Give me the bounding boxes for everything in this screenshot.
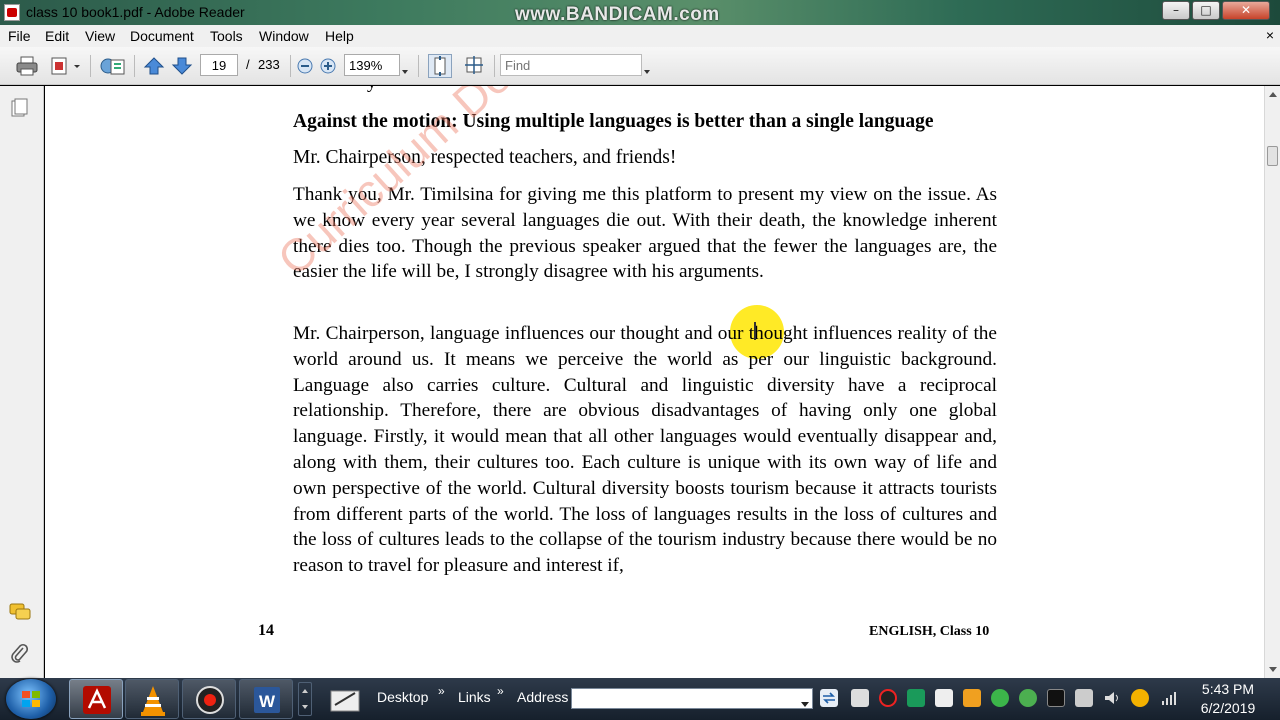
taskbar-vlc[interactable] [125, 679, 179, 719]
tray-epic-icon[interactable] [1047, 689, 1065, 707]
menu-document[interactable]: Document [130, 28, 194, 44]
paragraph: Thank you, Mr. Timilsina for giving me t… [293, 184, 997, 283]
cursor-highlight [730, 305, 784, 359]
tray-android-icon[interactable] [1019, 689, 1037, 707]
print-icon[interactable] [16, 56, 38, 76]
fit-width-icon[interactable] [463, 54, 485, 76]
tray-folder-icon[interactable] [963, 689, 981, 707]
menu-file[interactable]: File [8, 28, 31, 44]
taskbar: W Desktop » Links » Address 5:43 PM 6/2/… [0, 678, 1280, 720]
close-button[interactable]: ✕ [1222, 1, 1270, 20]
toolbar-separator [90, 55, 91, 77]
export-icon[interactable] [50, 56, 80, 76]
previous-page-icon[interactable] [143, 56, 165, 76]
menu-bar: File Edit View Document Tools Window Hel… [0, 25, 1280, 47]
desktop-toolbar-label[interactable]: Desktop [377, 689, 428, 705]
tray-record-icon[interactable] [879, 689, 897, 707]
clock-time[interactable]: 5:43 PM [1190, 681, 1266, 697]
volume-icon[interactable] [1103, 689, 1121, 707]
address-dropdown-icon[interactable] [800, 694, 810, 713]
go-arrow-icon[interactable] [820, 689, 838, 707]
address-input[interactable] [571, 688, 813, 709]
bandicam-watermark: www.BANDICAM.com [515, 4, 720, 25]
tray-image-icon[interactable] [851, 689, 869, 707]
address-toolbar-label: Address [517, 689, 569, 705]
next-page-icon[interactable] [171, 56, 193, 76]
taskbar-word[interactable]: W [239, 679, 293, 719]
scroll-up-icon[interactable] [1269, 92, 1277, 97]
vertical-scrollbar[interactable] [1264, 86, 1280, 678]
start-button[interactable] [6, 679, 56, 719]
adobe-reader-icon [83, 686, 111, 714]
toolbar-separator [290, 55, 291, 77]
adobe-reader-icon [4, 4, 20, 21]
zoom-in-icon[interactable] [320, 58, 336, 74]
toolbar-separator [494, 55, 495, 77]
taskbar-adobe-reader[interactable] [69, 679, 123, 719]
page-footer-title: ENGLISH, Class 10 [869, 624, 990, 639]
vlc-icon [141, 686, 165, 716]
word-icon: W [254, 687, 280, 713]
scroll-down-icon[interactable] [1269, 667, 1277, 672]
bandicam-icon [196, 686, 224, 714]
clock-date[interactable]: 6/2/2019 [1190, 700, 1266, 716]
tray-shield-icon[interactable] [907, 689, 925, 707]
toolbar-separator [134, 55, 135, 77]
document-viewer[interactable]: y Against the motion: Using multiple lan… [45, 86, 1264, 678]
toolbar-separator [418, 55, 419, 77]
svg-text:W: W [259, 692, 276, 711]
chevron-icon[interactable]: » [438, 684, 445, 698]
comments-icon[interactable] [9, 603, 31, 625]
menu-window[interactable]: Window [259, 28, 309, 44]
debate-heading: Against the motion: Using multiple langu… [293, 111, 934, 132]
links-toolbar-label[interactable]: Links [458, 689, 491, 705]
pdf-page: y Against the motion: Using multiple lan… [45, 86, 1264, 678]
page-number: 14 [258, 622, 274, 639]
taskbar-bandicam[interactable] [182, 679, 236, 719]
paragraph: Mr. Chairperson, language influences our… [293, 323, 997, 577]
page-separator: / [246, 57, 250, 72]
zoom-level-input[interactable] [344, 54, 400, 76]
debate-greeting: Mr. Chairperson, respected teachers, and… [293, 147, 677, 168]
maximize-button[interactable]: □ [1192, 1, 1220, 20]
menu-help[interactable]: Help [325, 28, 354, 44]
menu-edit[interactable]: Edit [45, 28, 69, 44]
navigation-panel [0, 86, 44, 678]
zoom-out-icon[interactable] [297, 58, 313, 74]
page-total: 233 [258, 57, 280, 72]
page-number-input[interactable] [200, 54, 238, 76]
minimize-button[interactable]: – [1162, 1, 1190, 20]
attachments-icon[interactable] [10, 642, 29, 668]
chevron-icon[interactable]: » [497, 684, 504, 698]
menu-tools[interactable]: Tools [210, 28, 243, 44]
toolbar: / 233 [0, 47, 1280, 85]
collaborate-icon[interactable] [100, 56, 125, 76]
window-title: class 10 book1.pdf - Adobe Reader [26, 4, 245, 20]
zoom-dropdown-icon[interactable] [400, 61, 410, 74]
tray-device-icon[interactable] [935, 689, 953, 707]
scrollbar-thumb[interactable] [1267, 146, 1278, 166]
text-cursor-icon [754, 322, 756, 340]
tray-power-icon[interactable] [1131, 689, 1149, 707]
menu-view[interactable]: View [85, 28, 115, 44]
tray-sync-icon[interactable] [991, 689, 1009, 707]
quick-launch-icon[interactable] [327, 683, 363, 719]
title-bar[interactable]: class 10 book1.pdf - Adobe Reader www.BA… [0, 0, 1280, 25]
find-dropdown-icon[interactable] [642, 61, 652, 74]
close-document-icon[interactable]: × [1266, 27, 1274, 43]
fit-page-icon[interactable] [428, 54, 452, 78]
find-input[interactable] [500, 54, 642, 76]
previous-text-fragment: y [367, 86, 377, 94]
taskbar-scroll[interactable] [298, 682, 312, 716]
pages-panel-icon[interactable] [11, 98, 29, 122]
signal-icon[interactable] [1160, 689, 1178, 707]
tray-network-icon[interactable] [1075, 689, 1093, 707]
